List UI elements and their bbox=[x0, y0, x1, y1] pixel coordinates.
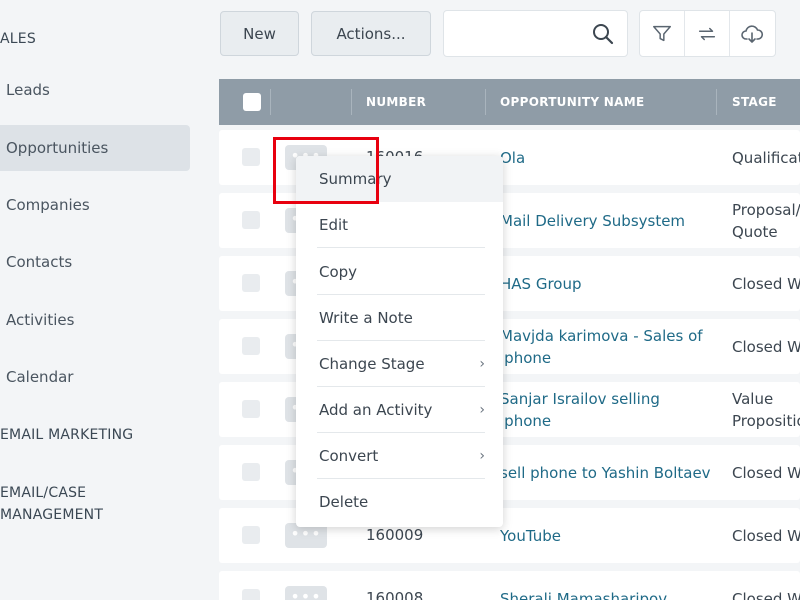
opportunity-link[interactable]: Ola bbox=[500, 130, 715, 185]
row-checkbox[interactable] bbox=[242, 463, 260, 481]
row-number: 160008 bbox=[366, 589, 424, 600]
row-stage: Closed Won bbox=[732, 526, 800, 545]
row-stage: Proposal/ Quote bbox=[732, 200, 800, 241]
row-checkbox[interactable] bbox=[242, 337, 260, 355]
column-header-opportunity-name[interactable]: OPPORTUNITY NAME bbox=[500, 79, 644, 125]
menu-item-delete[interactable]: Delete bbox=[296, 479, 503, 525]
menu-item-label: Convert bbox=[319, 447, 379, 465]
menu-item-label: Change Stage bbox=[319, 355, 425, 373]
sidebar-section-sales[interactable]: ALES bbox=[0, 28, 36, 50]
row-checkbox[interactable] bbox=[242, 211, 260, 229]
row-context-menu: Summary Edit Copy Write a Note Change St… bbox=[296, 156, 503, 527]
row-stage: Closed Won bbox=[732, 274, 800, 293]
row-checkbox[interactable] bbox=[242, 148, 260, 166]
menu-item-change-stage[interactable]: Change Stage › bbox=[296, 341, 503, 387]
menu-item-add-an-activity[interactable]: Add an Activity › bbox=[296, 387, 503, 433]
new-button[interactable]: New bbox=[220, 11, 299, 56]
menu-item-write-a-note[interactable]: Write a Note bbox=[296, 295, 503, 341]
sidebar-item-leads[interactable]: Leads bbox=[0, 67, 190, 113]
select-all-checkbox[interactable] bbox=[243, 93, 261, 111]
sync-icon[interactable] bbox=[685, 11, 730, 56]
menu-divider bbox=[317, 247, 485, 248]
search-box bbox=[443, 10, 628, 57]
row-stage: Closed Won bbox=[732, 589, 800, 600]
menu-item-edit[interactable]: Edit bbox=[296, 202, 503, 248]
row-menu-button[interactable]: ••• bbox=[285, 586, 327, 600]
sidebar-item-contacts[interactable]: Contacts bbox=[0, 239, 190, 285]
opportunity-link[interactable]: Mavjda karimova - Sales of iphone bbox=[500, 319, 715, 374]
row-checkbox[interactable] bbox=[242, 589, 260, 600]
row-stage: Qualification bbox=[732, 148, 800, 167]
row-checkbox[interactable] bbox=[242, 526, 260, 544]
table-row[interactable]: ••• 160008 Sherali Mamasharipov Closed W… bbox=[219, 571, 800, 600]
chevron-right-icon: › bbox=[479, 356, 485, 372]
column-divider bbox=[270, 89, 271, 115]
column-header-number[interactable]: NUMBER bbox=[366, 79, 426, 125]
row-checkbox[interactable] bbox=[242, 400, 260, 418]
highlight-annotation bbox=[273, 137, 379, 204]
sidebar-item-activities[interactable]: Activities bbox=[0, 297, 190, 343]
menu-item-label: Add an Activity bbox=[319, 401, 433, 419]
search-input[interactable] bbox=[454, 23, 584, 45]
sidebar-item-calendar[interactable]: Calendar bbox=[0, 354, 190, 400]
opportunity-link[interactable]: YouTube bbox=[500, 508, 715, 563]
row-checkbox[interactable] bbox=[242, 274, 260, 292]
toolbar-icon-group bbox=[639, 10, 776, 57]
table-header: NUMBER OPPORTUNITY NAME STAGE bbox=[219, 79, 800, 125]
column-divider bbox=[351, 89, 352, 115]
row-stage: Value Proposition bbox=[732, 389, 800, 430]
opportunity-link[interactable]: Sherali Mamasharipov bbox=[500, 571, 715, 600]
column-divider bbox=[485, 89, 486, 115]
menu-item-label: Delete bbox=[319, 493, 369, 511]
search-icon[interactable] bbox=[591, 22, 615, 46]
opportunity-link[interactable]: HAS Group bbox=[500, 256, 715, 311]
menu-item-label: Copy bbox=[319, 263, 358, 281]
opportunity-link[interactable]: Sanjar Israilov selling iphone bbox=[500, 382, 715, 437]
sidebar-section-email-case-management[interactable]: EMAIL/CASE MANAGEMENT bbox=[0, 482, 115, 526]
sidebar: ALES Leads Opportunities Companies Conta… bbox=[0, 0, 200, 600]
row-stage: Closed Won bbox=[732, 463, 800, 482]
menu-item-label: Write a Note bbox=[319, 309, 413, 327]
sidebar-section-email-marketing[interactable]: EMAIL MARKETING bbox=[0, 424, 133, 446]
actions-button[interactable]: Actions... bbox=[311, 11, 431, 56]
row-stage: Closed Won bbox=[732, 337, 800, 356]
opportunity-link[interactable]: Mail Delivery Subsystem bbox=[500, 193, 715, 248]
sidebar-item-companies[interactable]: Companies bbox=[0, 182, 190, 228]
cloud-download-icon[interactable] bbox=[730, 11, 775, 56]
column-divider bbox=[716, 89, 717, 115]
menu-item-label: Edit bbox=[319, 216, 349, 234]
menu-item-copy[interactable]: Copy bbox=[296, 249, 503, 295]
filter-icon[interactable] bbox=[640, 11, 685, 56]
menu-item-convert[interactable]: Convert › bbox=[296, 433, 503, 479]
sidebar-item-opportunities[interactable]: Opportunities bbox=[0, 125, 190, 171]
chevron-right-icon: › bbox=[479, 402, 485, 418]
opportunity-link[interactable]: sell phone to Yashin Boltaev bbox=[500, 445, 715, 500]
column-header-stage[interactable]: STAGE bbox=[732, 79, 777, 125]
chevron-right-icon: › bbox=[479, 448, 485, 464]
